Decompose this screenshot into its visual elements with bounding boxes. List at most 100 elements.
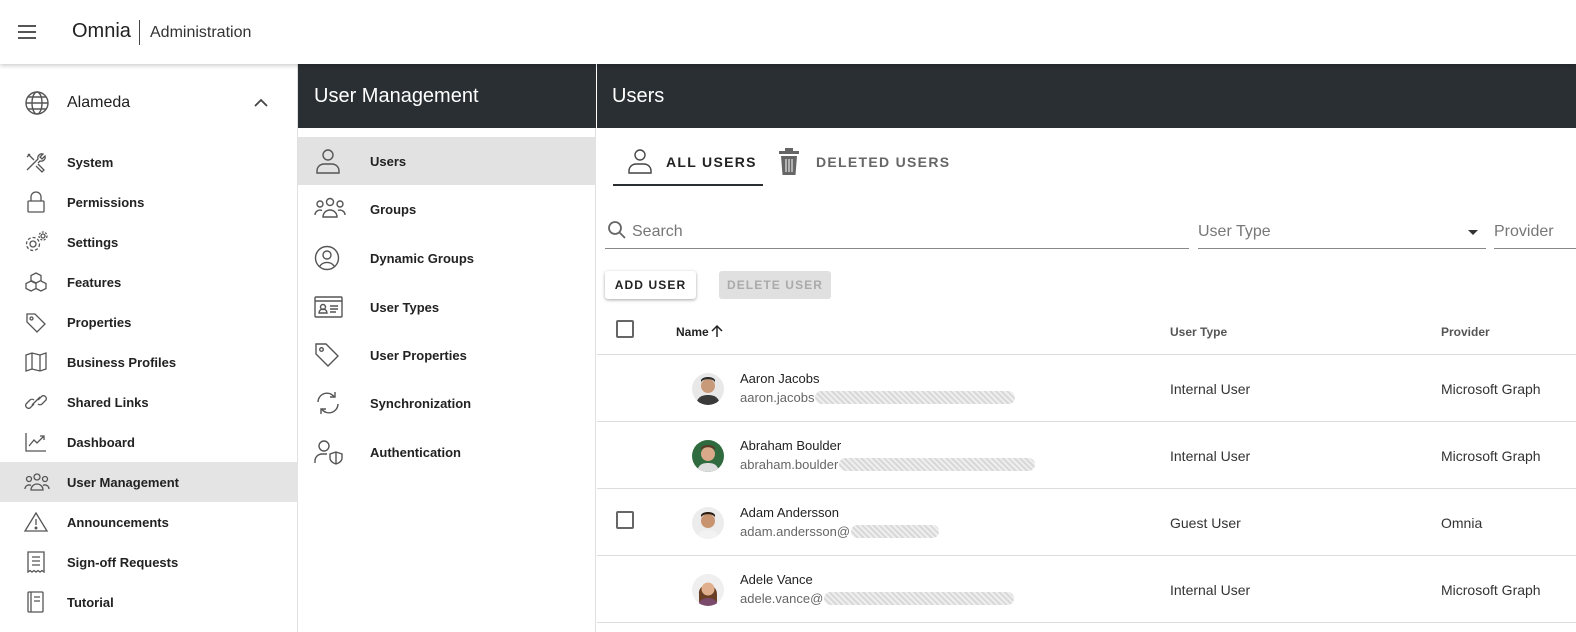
- column-header-provider[interactable]: Provider: [1441, 325, 1490, 339]
- mid-item-authentication[interactable]: Authentication: [298, 428, 596, 476]
- main-title: Users: [612, 85, 665, 107]
- column-label: Name: [676, 325, 709, 339]
- redacted-email-domain: [824, 592, 1015, 605]
- lock-icon: [24, 191, 48, 213]
- search-input[interactable]: Search: [605, 216, 1189, 249]
- user-icon: [627, 148, 653, 174]
- mid-item-label: User Types: [370, 300, 440, 315]
- nav-item-sign-off-requests[interactable]: Sign-off Requests: [0, 542, 298, 582]
- user-icon: [314, 148, 342, 174]
- user-name: Abraham Boulder: [740, 438, 842, 453]
- panel-header: User Management: [298, 64, 596, 128]
- brand-name: Omnia: [72, 20, 131, 42]
- email-text: abraham.boulder: [740, 457, 839, 472]
- nav-item-settings[interactable]: Settings: [0, 222, 298, 262]
- mid-item-user-types[interactable]: User Types: [298, 283, 596, 331]
- email-text: adam.andersson@: [740, 524, 851, 539]
- tab-all-users[interactable]: ALL USERS: [613, 138, 763, 186]
- provider-cell: Microsoft Graph: [1441, 381, 1541, 397]
- nav-label: Shared Links: [67, 395, 149, 410]
- email-text: adele.vance@: [740, 591, 824, 606]
- receipt-icon: [24, 551, 48, 573]
- nav-label: Dashboard: [67, 435, 135, 450]
- redacted-email-domain: [839, 458, 1036, 471]
- user-name: Adele Vance: [740, 572, 813, 587]
- tenant-label: Alameda: [67, 94, 131, 111]
- user-name: Aaron Jacobs: [740, 371, 820, 386]
- mid-item-dynamic-groups[interactable]: Dynamic Groups: [298, 234, 596, 282]
- hamburger-menu-icon[interactable]: [14, 18, 42, 46]
- email-text: aaron.jacobs: [740, 390, 815, 405]
- table-row[interactable]: Adam Andersson adam.andersson@ Guest Use…: [597, 489, 1576, 556]
- nav-item-business-profiles[interactable]: Business Profiles: [0, 342, 298, 382]
- mid-item-label: Users: [370, 154, 407, 169]
- nav-item-announcements[interactable]: Announcements: [0, 502, 298, 542]
- avatar: [692, 507, 724, 539]
- nav-item-dashboard[interactable]: Dashboard: [0, 422, 298, 462]
- app-bar: Omnia Administration: [0, 0, 1576, 64]
- users-panel: Users ALL USERS DELETED USERS Search Use…: [597, 64, 1576, 632]
- sort-ascending-icon: [710, 324, 724, 338]
- user-type-cell: Internal User: [1170, 381, 1251, 397]
- nav-item-tutorial[interactable]: Tutorial: [0, 582, 298, 622]
- table-row[interactable]: Aaron Jacobs aaron.jacobs Internal User …: [597, 355, 1576, 422]
- select-all-checkbox[interactable]: [616, 320, 634, 338]
- nav-item-user-management[interactable]: User Management: [0, 462, 298, 502]
- mid-item-synchronization[interactable]: Synchronization: [298, 379, 596, 427]
- table-row[interactable]: Abraham Boulder abraham.boulder Internal…: [597, 422, 1576, 489]
- mid-item-groups[interactable]: Groups: [298, 185, 596, 233]
- user-type-select[interactable]: User Type: [1198, 216, 1486, 249]
- gears-icon: [24, 231, 48, 253]
- mid-item-user-properties[interactable]: User Properties: [298, 331, 596, 379]
- user-type-cell: Internal User: [1170, 448, 1251, 464]
- nav-label: System: [67, 155, 114, 170]
- mid-item-users[interactable]: Users: [298, 137, 596, 185]
- table-row[interactable]: Adele Vance adele.vance@ Internal User M…: [597, 556, 1576, 623]
- avatar: [692, 440, 724, 472]
- table-header: Name User Type Provider: [597, 311, 1576, 355]
- nav-label: Features: [67, 275, 122, 290]
- id-card-icon: [314, 294, 343, 320]
- nav-item-properties[interactable]: Properties: [0, 302, 298, 342]
- user-type-placeholder: User Type: [1198, 223, 1271, 240]
- warning-icon: [24, 511, 48, 533]
- nav-item-permissions[interactable]: Permissions: [0, 182, 298, 222]
- group-icon: [314, 196, 346, 222]
- user-email: aaron.jacobs: [740, 390, 1016, 405]
- left-navigation: Alameda System Permissions Settings Feat…: [0, 64, 298, 632]
- avatar: [692, 574, 724, 606]
- redacted-email-domain: [851, 525, 940, 538]
- nav-item-features[interactable]: Features: [0, 262, 298, 302]
- tab-label: DELETED USERS: [816, 154, 951, 170]
- tag-icon: [314, 342, 342, 368]
- tab-deleted-users[interactable]: DELETED USERS: [777, 138, 957, 186]
- redacted-email-domain: [815, 391, 1016, 404]
- column-header-user-type[interactable]: User Type: [1170, 325, 1227, 339]
- globe-icon: [24, 90, 50, 116]
- provider-select[interactable]: Provider: [1494, 216, 1576, 249]
- user-email: abraham.boulder: [740, 457, 1036, 472]
- user-management-panel: User Management Users Groups Dynamic Gro…: [298, 64, 596, 632]
- tenant-selector[interactable]: Alameda: [0, 86, 298, 120]
- row-checkbox[interactable]: [616, 511, 634, 529]
- provider-cell: Omnia: [1441, 515, 1483, 531]
- user-type-cell: Internal User: [1170, 582, 1251, 598]
- user-type-cell: Guest User: [1170, 515, 1241, 531]
- nav-item-shared-links[interactable]: Shared Links: [0, 382, 298, 422]
- nav-label: Settings: [67, 235, 119, 250]
- people-icon: [24, 471, 50, 493]
- nav-label: User Management: [67, 475, 179, 490]
- trash-icon: [777, 148, 801, 176]
- add-user-button[interactable]: ADD USER: [605, 271, 696, 299]
- nav-label: Properties: [67, 315, 132, 330]
- mid-item-label: Authentication: [370, 445, 461, 460]
- user-name: Adam Andersson: [740, 505, 840, 520]
- nav-item-system[interactable]: System: [0, 142, 298, 182]
- avatar: [692, 373, 724, 405]
- chevron-up-icon[interactable]: [252, 94, 270, 112]
- chart-icon: [24, 431, 48, 453]
- user-shield-icon: [314, 439, 343, 465]
- sync-icon: [314, 390, 342, 416]
- column-header-name[interactable]: Name: [676, 324, 723, 339]
- user-circle-icon: [314, 245, 342, 271]
